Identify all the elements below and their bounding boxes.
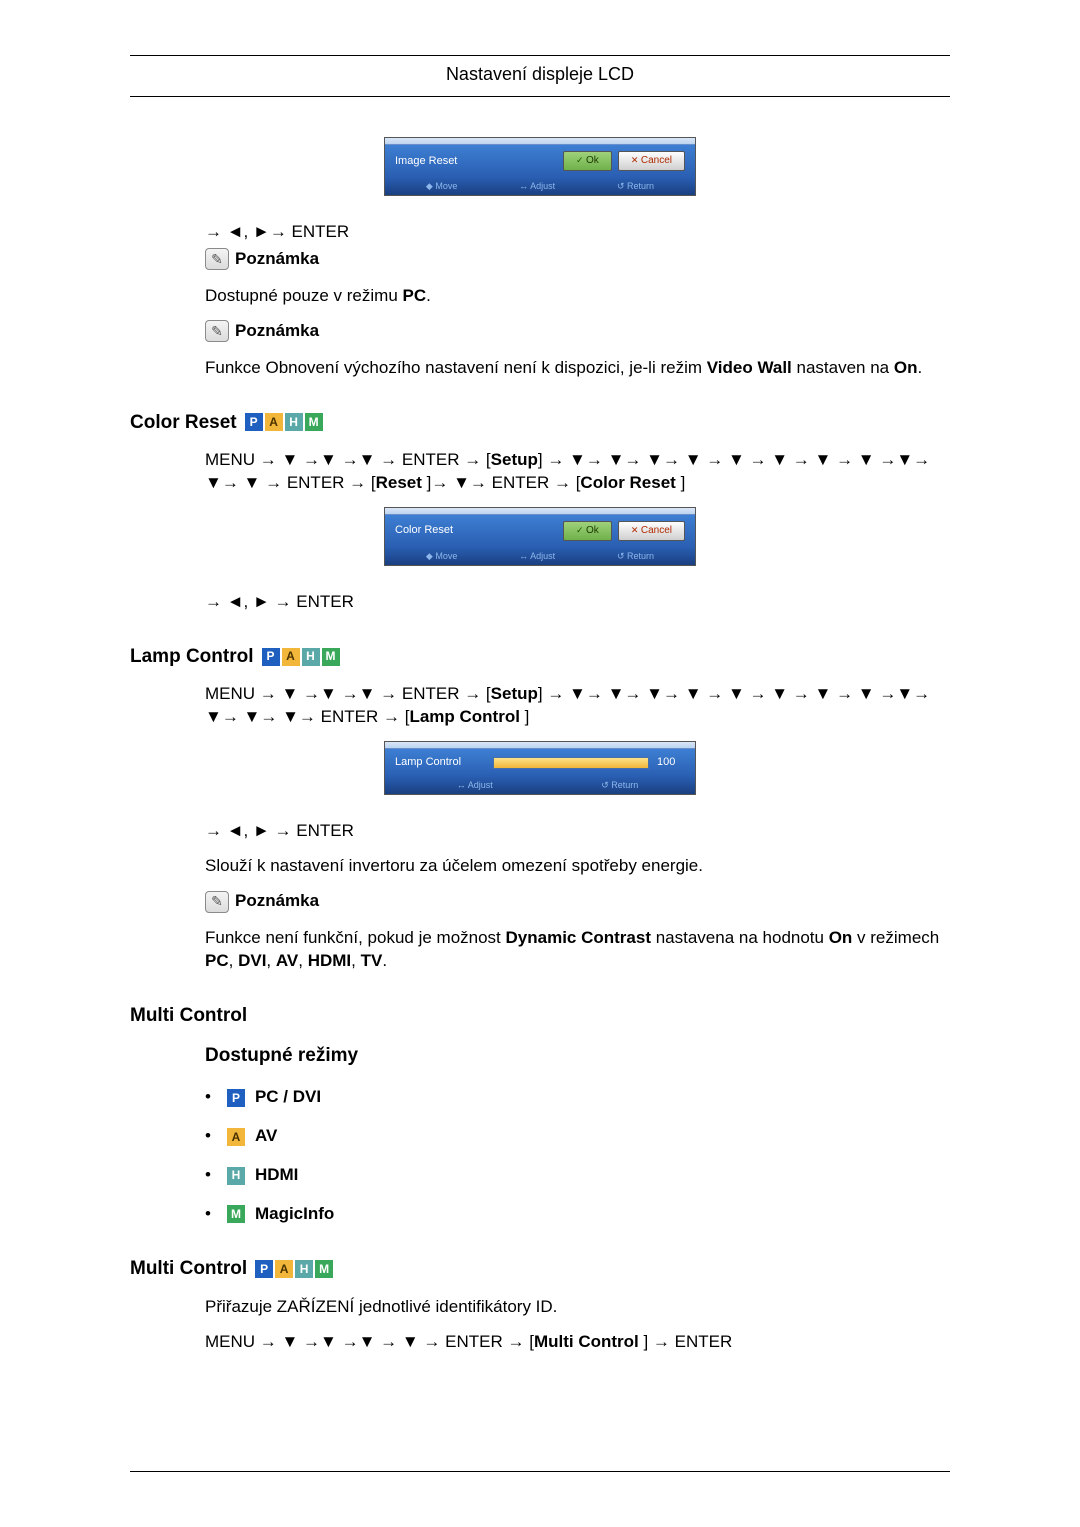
mode-tag-a: A — [265, 413, 283, 431]
multi-control-menu-path: MENU → ▼ →▼ →▼ → ▼ → ENTER → [Multi Cont… — [205, 1331, 950, 1354]
osd-image-reset: Image Reset Ok Cancel ◆ Move ↔ Adjust ↺ … — [384, 137, 696, 196]
note-icon: ✎ — [205, 248, 229, 270]
list-item: M MagicInfo — [205, 1203, 950, 1226]
mode-tag-m: M — [322, 648, 340, 666]
note-icon: ✎ — [205, 891, 229, 913]
osd-cancel-button[interactable]: Cancel — [618, 151, 685, 171]
mode-tag-a: A — [282, 648, 300, 666]
mode-tag-h: H — [302, 648, 320, 666]
page-title: Nastavení displeje LCD — [130, 62, 950, 86]
osd-foot-return: ↺ Return — [617, 550, 654, 562]
mode-tag-h: H — [295, 1260, 313, 1278]
mode-tag-a: A — [275, 1260, 293, 1278]
nav-sequence: → ◄, ►→ ENTER — [205, 221, 950, 244]
mode-tag-p: P — [262, 648, 280, 666]
multi-control-description: Přiřazuje ZAŘÍZENÍ jednotlivé identifiká… — [205, 1296, 950, 1319]
mode-tag-p: P — [255, 1260, 273, 1278]
osd-label: Lamp Control — [395, 755, 485, 770]
lamp-control-menu-path: MENU → ▼ →▼ →▼ → ENTER → [Setup] → ▼→ ▼→… — [205, 683, 950, 729]
mode-tag-h: H — [285, 413, 303, 431]
osd-foot-move: ◆ Move — [426, 550, 457, 562]
section-multi-control-detail: Multi Control P A H M — [130, 1256, 950, 1282]
section-lamp-control: Lamp Control P A H M — [130, 644, 950, 670]
available-modes-heading: Dostupné režimy — [205, 1043, 950, 1069]
osd-foot-adjust: ↔ Adjust — [519, 180, 555, 192]
section-color-reset: Color Reset P A H M — [130, 410, 950, 436]
osd-ok-button[interactable]: Ok — [563, 151, 612, 171]
lamp-slider[interactable] — [493, 757, 649, 769]
osd-label: Image Reset — [395, 154, 557, 169]
dynamic-contrast-note: Funkce není funkční, pokud je možnost Dy… — [205, 927, 950, 973]
lamp-description: Slouží k nastavení invertoru za účelem o… — [205, 855, 950, 878]
osd-lamp-control: Lamp Control 100 ↔ Adjust ↺ Return — [384, 741, 696, 795]
osd-ok-button[interactable]: Ok — [563, 521, 612, 541]
note-label: Poznámka — [235, 320, 319, 343]
note-icon: ✎ — [205, 320, 229, 342]
osd-color-reset: Color Reset Ok Cancel ◆ Move ↔ Adjust ↺ … — [384, 507, 696, 566]
lamp-value: 100 — [657, 755, 685, 770]
mode-tag-m: M — [227, 1205, 245, 1223]
section-multi-control: Multi Control — [130, 1003, 950, 1029]
osd-label: Color Reset — [395, 523, 557, 538]
osd-cancel-button[interactable]: Cancel — [618, 521, 685, 541]
list-item: A AV — [205, 1125, 950, 1148]
osd-foot-return: ↺ Return — [617, 180, 654, 192]
osd-foot-adjust: ↔ Adjust — [519, 550, 555, 562]
mode-tag-m: M — [305, 413, 323, 431]
note-label: Poznámka — [235, 248, 319, 271]
nav-sequence: → ◄, ► → ENTER — [205, 591, 950, 614]
video-wall-note: Funkce Obnovení výchozího nastavení není… — [205, 357, 950, 380]
list-item: H HDMI — [205, 1164, 950, 1187]
list-item: P PC / DVI — [205, 1086, 950, 1109]
mode-tag-p: P — [227, 1089, 245, 1107]
osd-foot-return: ↺ Return — [555, 779, 686, 791]
color-reset-menu-path: MENU → ▼ →▼ →▼ → ENTER → [Setup] → ▼→ ▼→… — [205, 449, 950, 495]
osd-foot-adjust: ↔ Adjust — [395, 779, 555, 791]
mode-tag-p: P — [245, 413, 263, 431]
mode-list: P PC / DVI A AV H HDMI M MagicInfo — [205, 1086, 950, 1226]
osd-foot-move: ◆ Move — [426, 180, 457, 192]
note-label: Poznámka — [235, 890, 319, 913]
pc-only-text: Dostupné pouze v režimu PC. — [205, 285, 950, 308]
mode-tag-a: A — [227, 1128, 245, 1146]
mode-tag-m: M — [315, 1260, 333, 1278]
nav-sequence: → ◄, ► → ENTER — [205, 820, 950, 843]
mode-tag-h: H — [227, 1167, 245, 1185]
